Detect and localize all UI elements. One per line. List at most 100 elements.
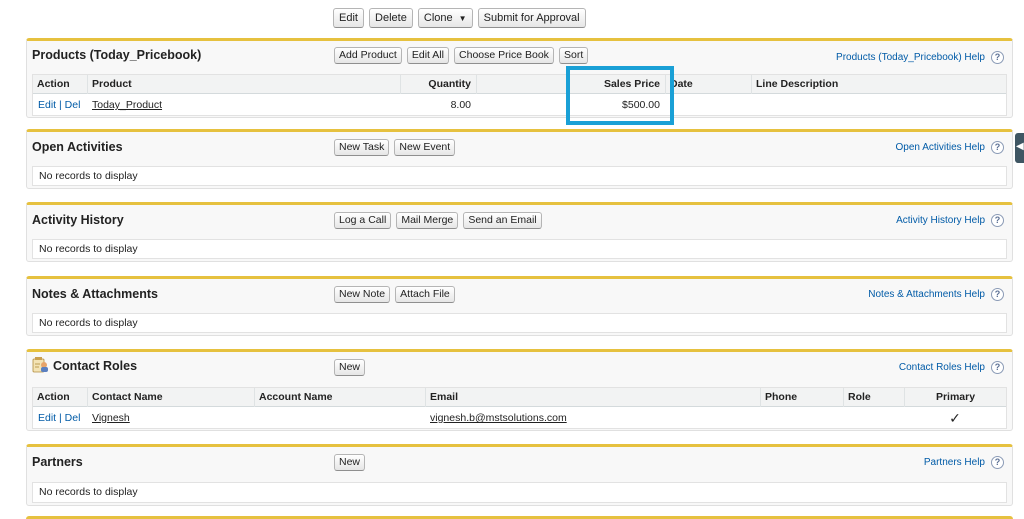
- help-icon: ?: [991, 141, 1004, 154]
- contact-row-actions: Edit | Del: [38, 408, 80, 428]
- clone-button[interactable]: Clone ▼: [417, 8, 473, 28]
- contact-roles-title: Contact Roles: [32, 357, 138, 375]
- open-activities-buttons: New Task New Event: [334, 139, 457, 156]
- help-icon: ?: [991, 456, 1004, 469]
- open-activities-help-text: Open Activities Help: [895, 142, 986, 154]
- partners-buttons: New: [334, 454, 367, 471]
- products-table-header: Action Product Quantity Sales Price Date…: [33, 75, 1006, 94]
- edit-link[interactable]: Edit: [38, 99, 56, 111]
- contact-roles-buttons: New: [334, 359, 367, 376]
- empty-message: No records to display: [39, 243, 138, 255]
- product-quantity: 8.00: [450, 99, 471, 111]
- send-an-email-button[interactable]: Send an Email: [463, 212, 542, 229]
- new-task-button[interactable]: New Task: [334, 139, 390, 156]
- choose-price-book-button[interactable]: Choose Price Book: [454, 47, 554, 64]
- primary-checkmark-icon: ✓: [949, 410, 961, 426]
- col-product: Product: [87, 75, 400, 94]
- edit-all-button[interactable]: Edit All: [406, 47, 449, 64]
- log-a-call-button[interactable]: Log a Call: [334, 212, 392, 229]
- product-name-link[interactable]: Today_Product: [92, 95, 162, 115]
- record-toolbar: Edit Delete Clone ▼ Submit for Approval: [333, 8, 588, 28]
- notes-attachments-section: Notes & Attachments New Note Attach File…: [26, 276, 1013, 336]
- open-activities-help-link[interactable]: Open Activities Help?: [895, 141, 1004, 154]
- chevron-left-icon: ◀: [1016, 141, 1024, 152]
- del-link[interactable]: Del: [65, 412, 81, 424]
- sales-price-highlight: [566, 66, 674, 125]
- notes-attachments-buttons: New Note Attach File: [334, 286, 457, 303]
- activity-history-buttons: Log a Call Mail Merge Send an Email: [334, 212, 544, 229]
- edit-button[interactable]: Edit: [333, 8, 364, 28]
- col-line-description: Line Description: [751, 75, 1006, 94]
- col-primary: Primary: [904, 388, 1006, 407]
- attach-file-button[interactable]: Attach File: [395, 286, 455, 303]
- partners-title: Partners: [32, 455, 83, 469]
- products-title: Products (Today_Pricebook): [32, 48, 202, 62]
- help-icon: ?: [991, 361, 1004, 374]
- partners-help-link[interactable]: Partners Help?: [924, 456, 1004, 469]
- products-help-text: Products (Today_Pricebook) Help: [836, 52, 985, 64]
- col-date: Date: [665, 75, 751, 94]
- contact-roles-table: Action Contact Name Account Name Email P…: [32, 387, 1007, 429]
- help-icon: ?: [991, 288, 1004, 301]
- empty-message: No records to display: [39, 486, 138, 498]
- products-buttons: Add Product Edit All Choose Price Book S…: [334, 47, 590, 64]
- col-contact-name: Contact Name: [87, 388, 254, 407]
- edit-link[interactable]: Edit: [38, 412, 56, 424]
- activity-history-section: Activity History Log a Call Mail Merge S…: [26, 202, 1013, 262]
- partners-list: No records to display: [32, 482, 1007, 503]
- del-link[interactable]: Del: [65, 99, 81, 111]
- contact-roles-title-text: Contact Roles: [53, 358, 138, 373]
- empty-message: No records to display: [39, 317, 138, 329]
- chevron-down-icon: ▼: [458, 14, 467, 23]
- activity-history-help-text: Activity History Help: [896, 215, 985, 227]
- col-action: Action: [37, 391, 70, 403]
- help-icon: ?: [991, 51, 1004, 64]
- col-role: Role: [843, 388, 904, 407]
- contact-roles-table-header: Action Contact Name Account Name Email P…: [33, 388, 1006, 407]
- submit-for-approval-button[interactable]: Submit for Approval: [477, 8, 586, 28]
- sort-button[interactable]: Sort: [558, 47, 589, 64]
- contact-name: Vignesh: [92, 412, 130, 424]
- notes-attachments-list: No records to display: [32, 313, 1007, 333]
- col-quantity: Quantity: [400, 75, 476, 94]
- products-help-link[interactable]: Products (Today_Pricebook) Help?: [836, 51, 1004, 64]
- add-product-button[interactable]: Add Product: [334, 47, 402, 64]
- activity-history-title: Activity History: [32, 213, 124, 227]
- partners-section: Partners New Partners Help? No records t…: [26, 444, 1013, 506]
- action-separator: |: [59, 99, 62, 111]
- clone-label: Clone: [423, 12, 453, 24]
- notes-attachments-help-link[interactable]: Notes & Attachments Help?: [868, 288, 1004, 301]
- col-phone: Phone: [760, 388, 843, 407]
- new-event-button[interactable]: New Event: [394, 139, 456, 156]
- contact-roles-help-link[interactable]: Contact Roles Help?: [899, 361, 1004, 374]
- contact-roles-icon: [32, 357, 48, 373]
- contact-roles-section: Contact Roles New Contact Roles Help? Ac…: [26, 349, 1013, 431]
- notes-attachments-help-text: Notes & Attachments Help: [868, 289, 985, 301]
- partners-help-text: Partners Help: [923, 457, 985, 469]
- products-section: Products (Today_Pricebook) Add Product E…: [26, 38, 1013, 118]
- product-name: Today_Product: [92, 99, 163, 111]
- col-email: Email: [425, 388, 760, 407]
- contact-roles-help-text: Contact Roles Help: [898, 362, 985, 374]
- notes-attachments-title: Notes & Attachments: [32, 287, 158, 301]
- contact-name-link[interactable]: Vignesh: [92, 408, 130, 428]
- new-note-button[interactable]: New Note: [334, 286, 391, 303]
- products-table: Action Product Quantity Sales Price Date…: [32, 74, 1007, 116]
- help-icon: ?: [991, 214, 1004, 227]
- new-contact-role-button[interactable]: New: [334, 359, 366, 376]
- sidebar-toggle[interactable]: ◀: [1015, 133, 1024, 163]
- open-activities-list: No records to display: [32, 166, 1007, 186]
- delete-button[interactable]: Delete: [369, 8, 413, 28]
- product-row-actions: Edit | Del: [38, 95, 80, 115]
- col-account-name: Account Name: [254, 388, 425, 407]
- open-activities-section: Open Activities New Task New Event Open …: [26, 129, 1013, 189]
- activity-history-help-link[interactable]: Activity History Help?: [896, 214, 1004, 227]
- new-partner-button[interactable]: New: [334, 454, 366, 471]
- activity-history-list: No records to display: [32, 239, 1007, 259]
- contact-email: vignesh.b@mstsolutions.com: [430, 412, 567, 424]
- action-separator: |: [59, 412, 62, 424]
- empty-message: No records to display: [39, 170, 138, 182]
- col-action: Action: [37, 78, 70, 90]
- contact-email-link[interactable]: vignesh.b@mstsolutions.com: [430, 408, 567, 428]
- mail-merge-button[interactable]: Mail Merge: [396, 212, 459, 229]
